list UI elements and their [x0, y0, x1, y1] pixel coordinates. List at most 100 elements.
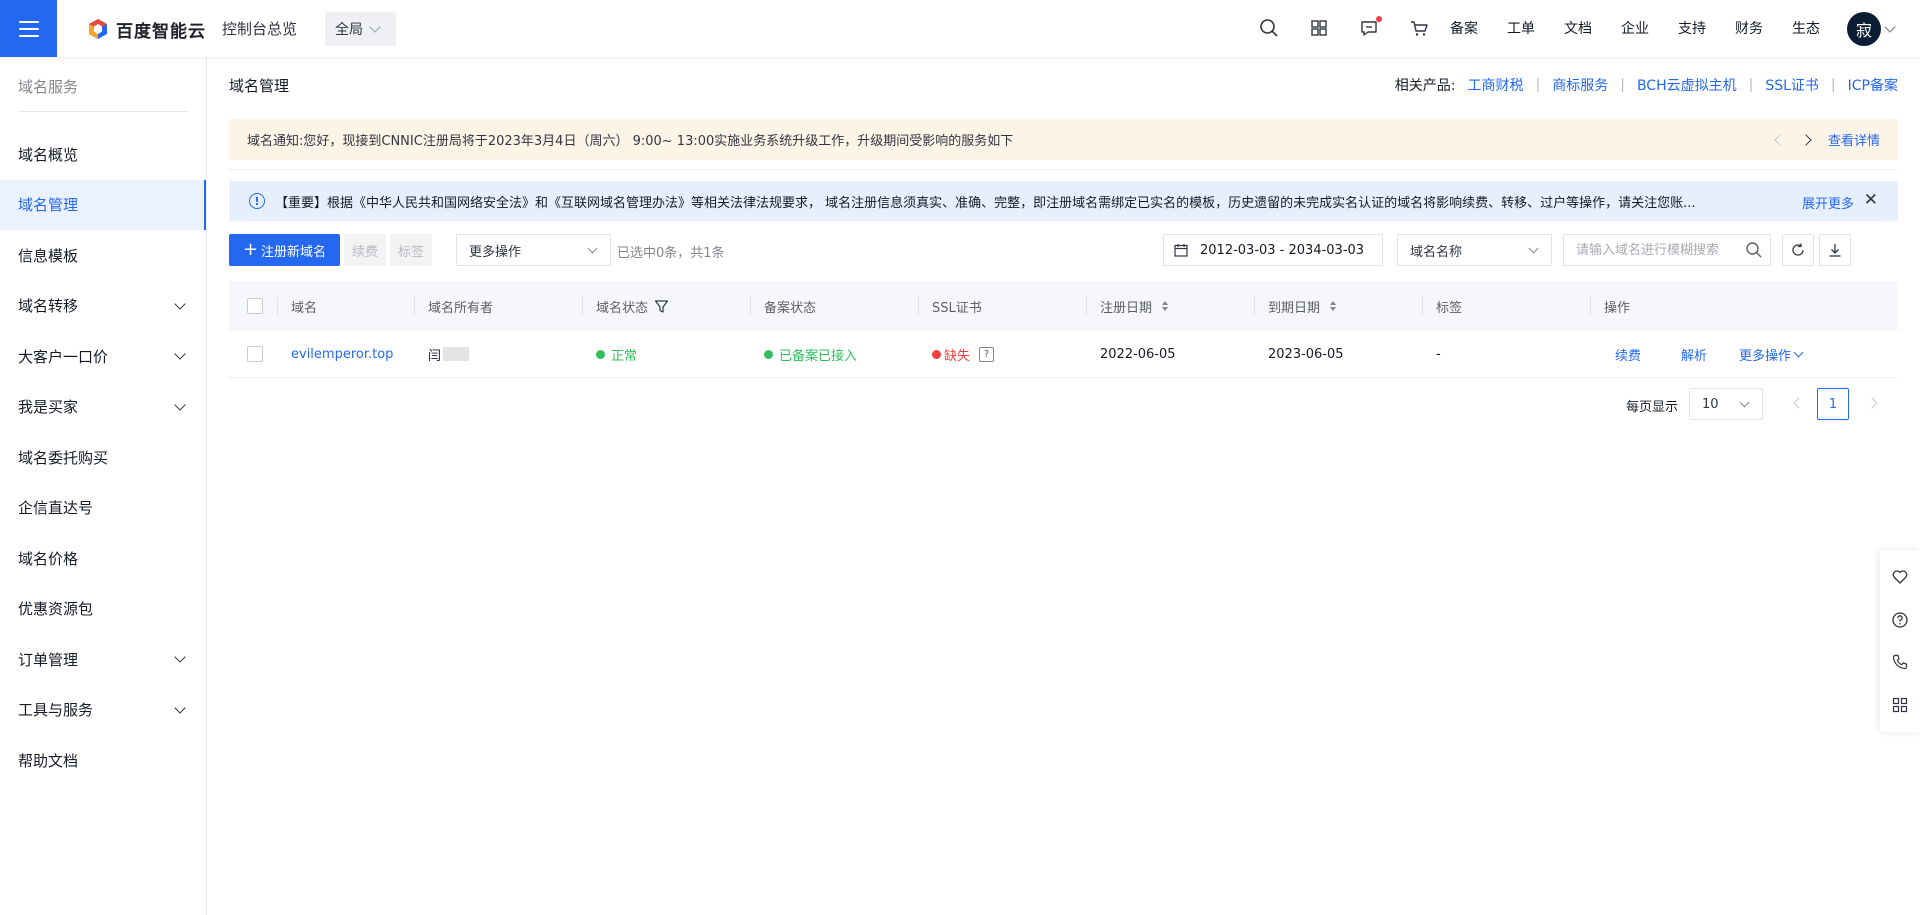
chevron-down-icon[interactable]: [1884, 21, 1896, 33]
search-icon[interactable]: [1258, 17, 1280, 39]
sidebar-item[interactable]: 域名管理: [0, 179, 206, 230]
related-link-ssl[interactable]: SSL证书: [1765, 75, 1819, 95]
notice-detail-link[interactable]: 查看详情: [1828, 130, 1880, 149]
info-icon: !: [249, 193, 265, 209]
select-all-checkbox[interactable]: [247, 298, 263, 314]
help-circle-icon[interactable]: [1891, 611, 1909, 629]
related-label: 相关产品:: [1394, 78, 1456, 94]
apps-grid-icon[interactable]: [1308, 17, 1330, 39]
refresh-button[interactable]: [1782, 234, 1814, 266]
table-row: evilemperor.top 闫 正常 已备案已接入 缺失 ? 2022-06…: [229, 331, 1898, 378]
chevron-left-icon[interactable]: [1774, 133, 1786, 146]
apps-grid-icon[interactable]: [1891, 696, 1909, 714]
related-link-business[interactable]: 工商财税: [1468, 75, 1524, 95]
sidebar-item[interactable]: 企信直达号: [0, 483, 206, 534]
chevron-left-icon[interactable]: [1793, 397, 1805, 409]
status-dot: [764, 349, 773, 359]
search-input[interactable]: [1563, 234, 1771, 266]
nav-item-finance[interactable]: 财务: [1735, 18, 1763, 38]
owner-name: 闫: [428, 348, 442, 364]
cart-icon[interactable]: [1408, 17, 1430, 39]
page-size-value: 10: [1702, 396, 1719, 412]
ssl-text: 缺失: [944, 348, 971, 364]
ops-cell: 续费 解析 更多操作: [1590, 331, 1838, 377]
region-select-value: 全局: [335, 22, 363, 38]
help-icon[interactable]: ?: [979, 346, 995, 362]
ssl-badge: 缺失: [932, 345, 970, 364]
sort-icon[interactable]: [1162, 301, 1169, 311]
related-link-bch[interactable]: BCH云虚拟主机: [1637, 75, 1737, 95]
renew-link[interactable]: 续费: [1615, 345, 1641, 364]
search-icon[interactable]: [1745, 241, 1763, 259]
date-range-value: 2012-03-03 - 2034-03-03: [1200, 242, 1365, 258]
chevron-right-icon[interactable]: [1866, 397, 1878, 409]
column-label: 域名状态: [596, 300, 649, 316]
exp-date-cell: 2023-06-05: [1268, 346, 1344, 362]
page-number[interactable]: 1: [1817, 388, 1849, 420]
page-title: 域名管理: [229, 77, 290, 95]
sidebar-item[interactable]: 帮助文档: [0, 735, 206, 786]
nav-item-docs[interactable]: 文档: [1564, 18, 1592, 38]
search-field-select[interactable]: 域名名称: [1397, 234, 1552, 266]
divider: [229, 169, 1898, 170]
nav-item-enterprise[interactable]: 企业: [1621, 18, 1649, 38]
header-checkbox-cell: [229, 281, 277, 331]
console-overview-link[interactable]: 控制台总览: [222, 18, 297, 39]
column-header-exp-date[interactable]: 到期日期: [1254, 281, 1422, 331]
date-range-picker[interactable]: 2012-03-03 - 2034-03-03: [1163, 234, 1383, 266]
sidebar-item[interactable]: 信息模板: [0, 230, 206, 281]
filter-icon[interactable]: [654, 299, 669, 314]
chevron-right-icon[interactable]: [1800, 133, 1812, 146]
sidebar-item-label: 企信直达号: [18, 499, 94, 518]
heart-icon[interactable]: [1891, 568, 1909, 586]
chevron-down-icon: [369, 21, 381, 33]
domain-table: 域名 域名所有者 域名状态 备案状态 SSL证书 注册日期 到期日期 标签 操作: [229, 281, 1898, 378]
sort-icon[interactable]: [1330, 301, 1337, 311]
alert-text: 【重要】根据《中华人民共和国网络安全法》和《互联网域名管理办法》等相关法律法规要…: [275, 195, 1696, 211]
domain-notice-banner: 域名通知:您好，现接到CNNIC注册局将于2023年3月4日（周六） 9:00~…: [229, 119, 1898, 160]
separator: |: [1620, 77, 1625, 93]
message-icon[interactable]: [1358, 16, 1382, 39]
sidebar-item[interactable]: 我是买家: [0, 382, 206, 433]
avatar[interactable]: 寂: [1847, 12, 1881, 46]
more-ops-label: 更多操作: [1739, 348, 1792, 364]
nav-item-ecosystem[interactable]: 生态: [1792, 18, 1820, 38]
menu-toggle-button[interactable]: [0, 0, 57, 57]
page-size-select[interactable]: 10: [1689, 388, 1763, 420]
nav-item-beian[interactable]: 备案: [1450, 18, 1478, 38]
nav-item-support[interactable]: 支持: [1678, 18, 1706, 38]
phone-icon[interactable]: [1891, 653, 1909, 671]
redacted-block: [443, 347, 470, 361]
sidebar-item-label: 优惠资源包: [18, 600, 94, 619]
tag-button[interactable]: 标签: [390, 234, 432, 266]
download-button[interactable]: [1819, 234, 1851, 266]
resolve-link[interactable]: 解析: [1681, 345, 1707, 364]
sidebar-item[interactable]: 优惠资源包: [0, 584, 206, 635]
download-icon: [1829, 244, 1841, 257]
renew-button[interactable]: 续费: [344, 234, 386, 266]
alert-expand-link[interactable]: 展开更多: [1802, 193, 1854, 212]
brand-logo[interactable]: 百度智能云: [86, 16, 206, 42]
related-link-icp[interactable]: ICP备案: [1848, 75, 1898, 95]
sidebar-item[interactable]: 工具与服务: [0, 685, 206, 736]
sidebar-item[interactable]: 订单管理: [0, 634, 206, 685]
domain-link[interactable]: evilemperor.top: [291, 347, 393, 362]
more-actions-select[interactable]: 更多操作: [456, 234, 611, 266]
sidebar-item[interactable]: 域名价格: [0, 533, 206, 584]
more-actions-value: 更多操作: [469, 244, 522, 260]
sidebar-item[interactable]: 域名转移: [0, 281, 206, 332]
register-domain-button[interactable]: + 注册新域名: [229, 234, 340, 266]
nav-item-ticket[interactable]: 工单: [1507, 18, 1535, 38]
chevron-down-icon: [587, 243, 598, 254]
row-checkbox[interactable]: [247, 346, 263, 362]
more-ops-dropdown[interactable]: 更多操作: [1739, 345, 1804, 364]
sidebar-item[interactable]: 域名委托购买: [0, 432, 206, 483]
column-label: 备案状态: [764, 300, 817, 316]
region-select[interactable]: 全局: [325, 12, 396, 46]
sidebar-item[interactable]: 域名概览: [0, 129, 206, 180]
related-link-trademark[interactable]: 商标服务: [1552, 75, 1608, 95]
close-icon[interactable]: ✕: [1864, 192, 1878, 209]
sidebar-item[interactable]: 大客户一口价: [0, 331, 206, 382]
column-header-reg-date[interactable]: 注册日期: [1086, 281, 1254, 331]
chevron-down-icon: [174, 298, 186, 310]
